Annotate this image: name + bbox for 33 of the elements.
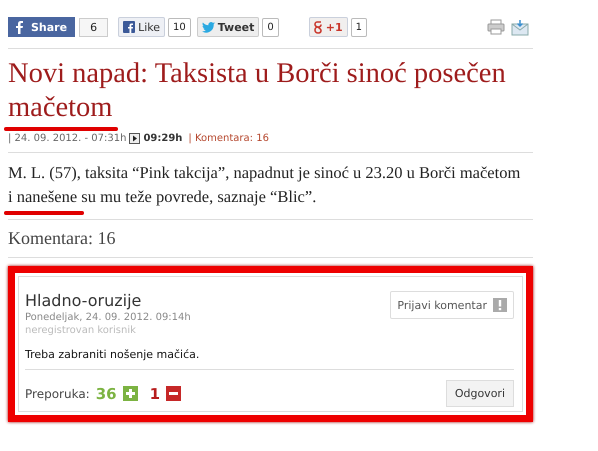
- warning-icon: [493, 298, 507, 312]
- publish-date: | 24. 09. 2012. - 07:31h: [8, 133, 126, 144]
- minus-icon[interactable]: [166, 386, 182, 401]
- hook-icon: [314, 20, 323, 34]
- tweet-button[interactable]: Tweet: [196, 17, 260, 37]
- comment-text: Treba zabraniti nošenje mačića.: [25, 336, 514, 370]
- share-button[interactable]: Share: [8, 17, 76, 37]
- user-type: neregistrovan korisnik: [25, 325, 137, 336]
- report-button[interactable]: Prijavi komentar: [390, 291, 514, 319]
- facebook-icon: [123, 21, 136, 33]
- print-icon[interactable]: [487, 18, 505, 34]
- like-count: 10: [168, 18, 191, 36]
- plus-one-button[interactable]: +1: [308, 17, 348, 37]
- article-title: Novi napad: Taksista u Borči sinoć posečen mačetom: [8, 57, 507, 125]
- update-time: 09:29h: [143, 133, 182, 144]
- comments-heading: Komentara: 16: [8, 228, 116, 249]
- bird-icon: [202, 22, 215, 32]
- plus-one-count: 1: [350, 18, 367, 36]
- comment-date: Ponedeljak, 24. 09. 2012. 09:14h: [25, 312, 191, 323]
- article-lead: M. L. (57), taksita “Pink takcija”, napadnut je sinoć u 23.20 u Borči mačetom i nanešene su mu teže povrede, saznaje “Blic”.: [8, 162, 522, 208]
- like-button[interactable]: Like: [118, 17, 165, 37]
- tweet-count: 0: [262, 18, 279, 36]
- comment-author: Hladno-oruzije: [25, 291, 142, 310]
- plus-icon[interactable]: [122, 386, 138, 401]
- comments-link[interactable]: | Komentara: 16: [188, 133, 269, 144]
- reply-button[interactable]: Odgovori: [446, 380, 514, 407]
- facebook-icon: [13, 20, 25, 34]
- upvote-count: 36: [96, 384, 117, 402]
- play-icon: [129, 133, 140, 144]
- votes-label: Preporuka:: [25, 386, 90, 400]
- downvote-count: 1: [150, 384, 160, 402]
- email-icon[interactable]: [511, 18, 529, 36]
- share-count: 6: [79, 18, 108, 36]
